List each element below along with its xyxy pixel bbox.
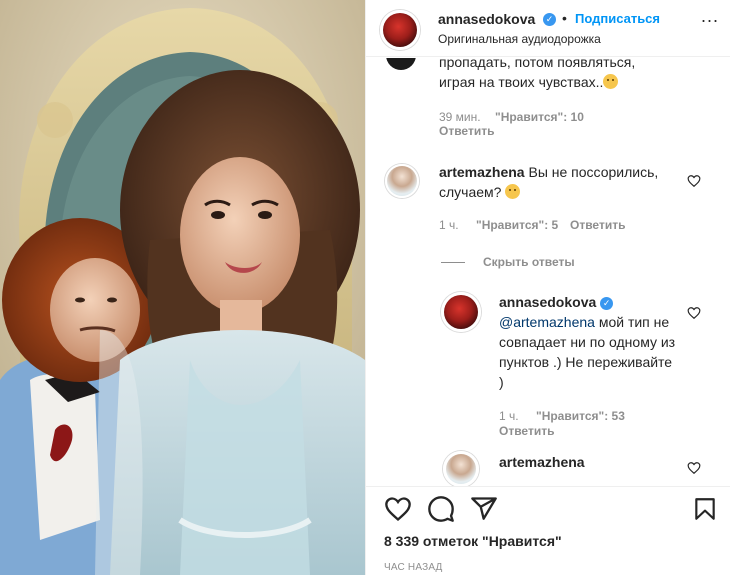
reply-mention[interactable]: @artemazhena xyxy=(499,314,595,330)
post-media[interactable] xyxy=(0,0,365,575)
comment-body: artemazhena Вы не поссорились, случаем? xyxy=(439,162,679,202)
post-actions: 8 339 отметок "Нравится" ЧАС НАЗАД xyxy=(366,486,730,575)
verified-badge-icon: ✓ xyxy=(543,13,556,26)
comment-time[interactable]: 39 мин. xyxy=(439,110,481,124)
reply-username[interactable]: artemazhena xyxy=(499,452,585,472)
post-photo xyxy=(0,0,365,575)
smile-emoji-icon xyxy=(505,184,521,199)
sad-emoji-icon xyxy=(603,74,619,89)
comment-like-icon[interactable] xyxy=(687,174,701,188)
reply-button[interactable]: Ответить xyxy=(570,218,625,232)
reply-button[interactable]: Ответить xyxy=(499,424,554,438)
reply-like-icon[interactable] xyxy=(687,461,701,475)
heart-icon[interactable] xyxy=(384,495,412,523)
replies-divider xyxy=(441,262,465,263)
reply-username[interactable]: annasedokova xyxy=(499,294,596,310)
audio-label[interactable]: Оригинальная аудиодорожка xyxy=(438,32,601,46)
bookmark-icon[interactable] xyxy=(692,495,718,523)
comment-username[interactable]: artemazhena xyxy=(439,164,525,180)
more-options-icon[interactable]: ... xyxy=(701,6,719,27)
author-avatar[interactable] xyxy=(383,13,417,47)
verified-badge-icon: ✓ xyxy=(600,297,614,310)
author-username[interactable]: annasedokova xyxy=(438,11,535,27)
post-header: annasedokova ✓ • Подписаться ... Оригина… xyxy=(366,0,730,57)
reply-avatar[interactable] xyxy=(444,295,478,329)
reply-likes[interactable]: "Нравится": 53 xyxy=(536,409,625,423)
post-panel: annasedokova ✓ • Подписаться ... Оригина… xyxy=(365,0,730,575)
follow-button[interactable]: Подписаться xyxy=(575,11,660,26)
reply-button[interactable]: Ответить xyxy=(439,124,494,138)
reply-like-icon[interactable] xyxy=(687,306,701,320)
comment-avatar[interactable] xyxy=(386,58,416,70)
comment-avatar[interactable] xyxy=(387,166,417,196)
comment-likes[interactable]: "Нравится": 5 xyxy=(476,218,558,232)
reply-avatar[interactable] xyxy=(446,454,476,484)
comment-icon[interactable] xyxy=(427,495,455,523)
likes-count[interactable]: 8 339 отметок "Нравится" xyxy=(384,533,562,549)
separator-dot: • xyxy=(562,10,567,26)
comment-likes[interactable]: "Нравится": 10 xyxy=(495,110,584,124)
post-time[interactable]: ЧАС НАЗАД xyxy=(384,562,443,573)
paper-plane-icon[interactable] xyxy=(470,495,498,523)
comment-time[interactable]: 1 ч. xyxy=(439,218,459,232)
reply-time[interactable]: 1 ч. xyxy=(499,409,519,423)
comments-list: пропадать, потом появляться, играя на тв… xyxy=(366,58,730,486)
hide-replies-button[interactable]: Скрыть ответы xyxy=(483,255,575,269)
comment-text: пропадать, потом появляться, играя на тв… xyxy=(439,58,636,90)
reply-body: annasedokova ✓ @artemazhena мой тип не с… xyxy=(499,292,679,392)
